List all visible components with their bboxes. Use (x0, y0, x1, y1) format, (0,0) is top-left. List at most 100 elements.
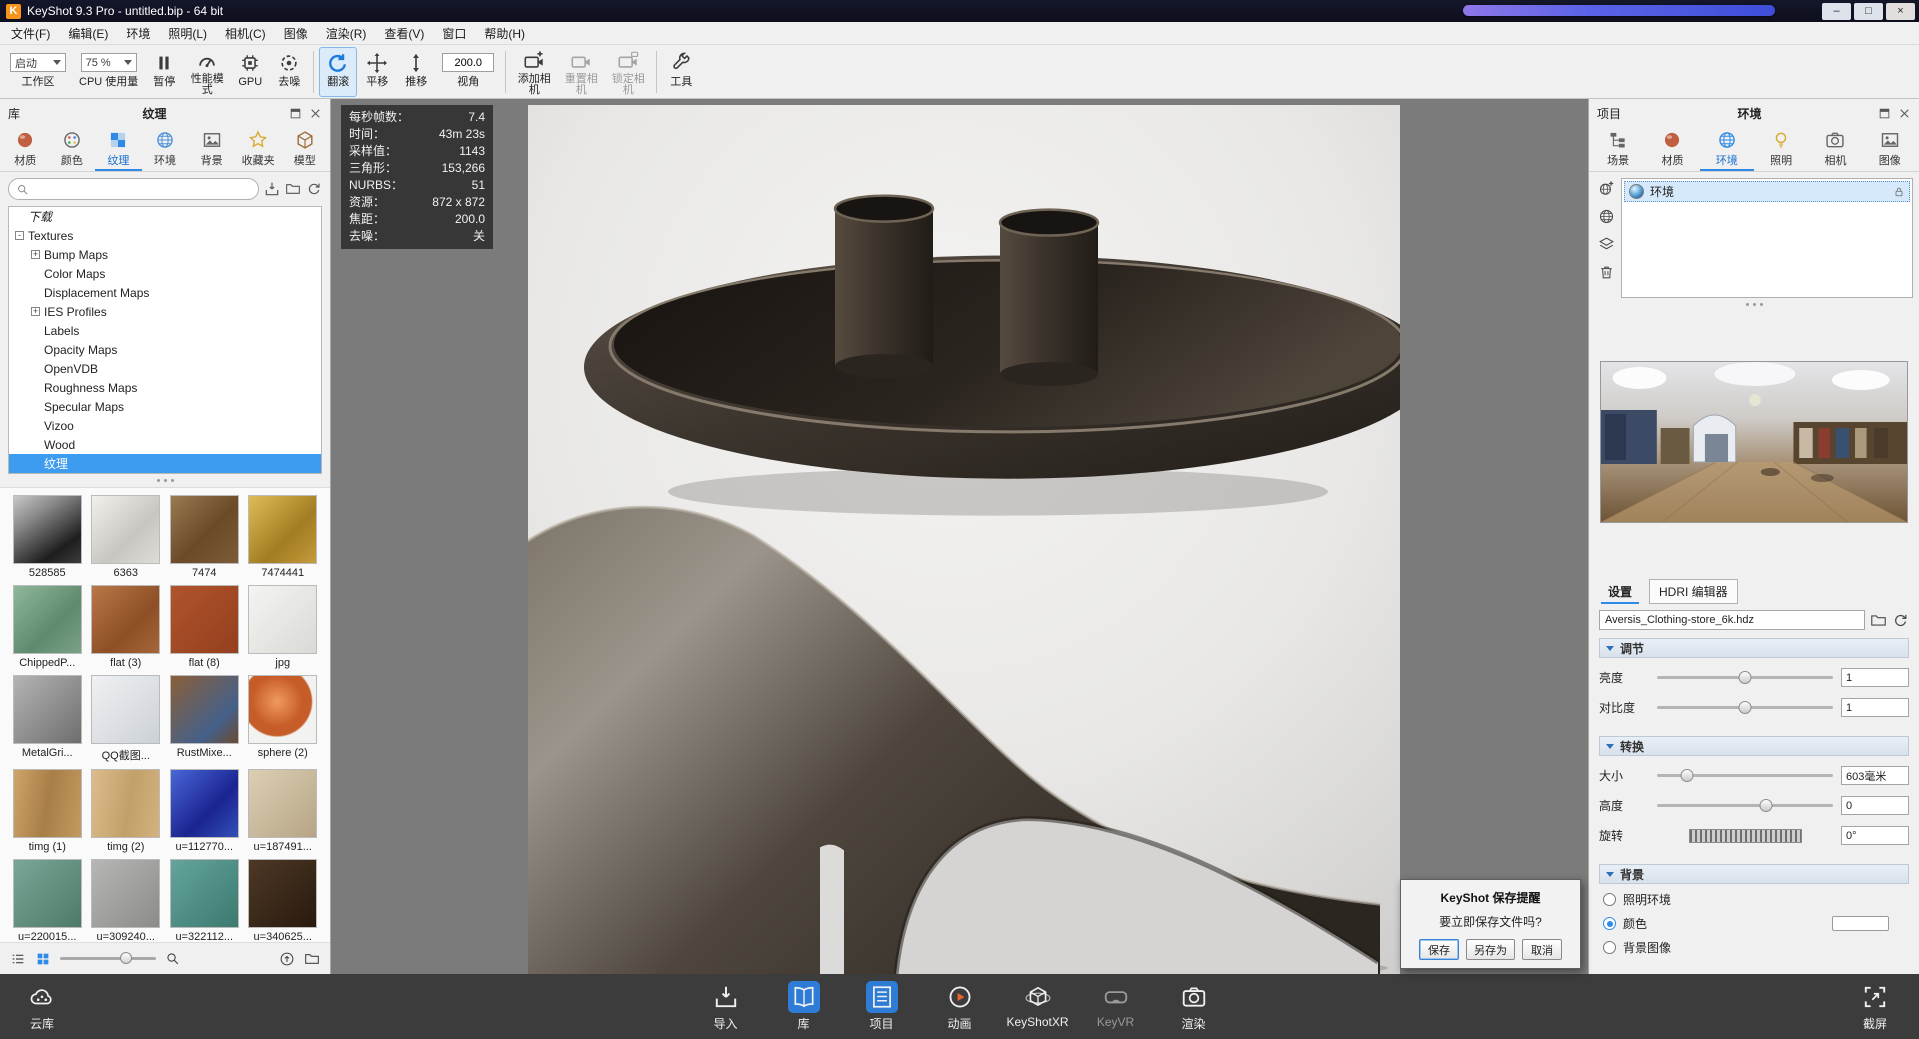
save-as-button[interactable]: 另存为 (1466, 939, 1515, 960)
project-tab-sphere[interactable]: 材质 (1645, 128, 1699, 171)
search-box[interactable] (8, 178, 259, 200)
texture-thumbnail[interactable]: 7474 (167, 495, 242, 579)
close-panel-icon[interactable] (1898, 107, 1911, 120)
texture-thumbnail[interactable]: u=340625... (246, 859, 321, 942)
search-input[interactable] (33, 183, 251, 195)
library-button[interactable]: 库 (765, 981, 843, 1032)
tree-item[interactable]: Labels (9, 321, 321, 340)
texture-thumbnail[interactable]: timg (1) (10, 769, 85, 853)
slider-thumb[interactable] (1738, 671, 1752, 684)
import-textures-icon[interactable] (264, 181, 280, 197)
close-button[interactable]: × (1886, 2, 1915, 20)
close-panel-icon[interactable] (309, 107, 322, 120)
render-viewport[interactable] (528, 105, 1400, 974)
cpu-usage-dropdown[interactable]: 75 % (80, 53, 137, 72)
slider-track[interactable] (1657, 769, 1833, 782)
float-panel-icon[interactable] (1878, 107, 1891, 120)
texture-thumbnail[interactable]: u=322112... (167, 859, 242, 942)
keyshotxr-button[interactable]: KeyShotXR (999, 981, 1077, 1032)
background-option-颜色[interactable]: 颜色 (1603, 915, 1905, 932)
refresh-icon[interactable] (306, 181, 322, 197)
flatten-layers-icon[interactable] (1598, 236, 1615, 253)
project-tab-image[interactable]: 图像 (1863, 128, 1917, 171)
slider-knob[interactable] (119, 952, 132, 964)
pause-button[interactable]: 暂停 (145, 47, 183, 97)
menu-item[interactable]: 帮助(H) (475, 22, 534, 45)
section-background[interactable]: 背景 (1599, 864, 1909, 884)
screenshot-button[interactable]: 截屏 (1845, 981, 1905, 1032)
library-tab-checker[interactable]: 纹理 (95, 128, 142, 171)
render-button[interactable]: 渲染 (1155, 981, 1233, 1032)
texture-thumbnail[interactable]: ChippedP... (10, 585, 85, 669)
fov-input[interactable] (442, 53, 495, 72)
dolly-button[interactable]: 推移 (397, 47, 435, 97)
project-splitter[interactable] (1589, 298, 1919, 311)
expand-icon[interactable]: + (31, 307, 40, 316)
add-environment-icon[interactable] (1598, 180, 1615, 197)
open-folder-icon[interactable] (304, 951, 320, 967)
library-splitter[interactable] (0, 474, 330, 487)
cloud-library-button[interactable]: 云库 (12, 981, 72, 1032)
tree-item[interactable]: Color Maps (9, 264, 321, 283)
startup-dropdown[interactable]: 启动 (10, 53, 66, 72)
texture-thumbnail[interactable]: u=309240... (89, 859, 164, 942)
hdri-file-input[interactable]: Aversis_Clothing-store_6k.hdz (1599, 610, 1865, 630)
project-tab-scene[interactable]: 场景 (1591, 128, 1645, 171)
performance-mode-button[interactable]: 性能模式 (184, 47, 230, 97)
pan-button[interactable]: 平移 (358, 47, 396, 97)
add-camera-button[interactable]: 添加相机 (511, 47, 557, 97)
texture-thumbnail[interactable]: flat (8) (167, 585, 242, 669)
texture-thumbnail[interactable]: MetalGri... (10, 675, 85, 763)
import-button[interactable]: 导入 (687, 981, 765, 1032)
menu-item[interactable]: 渲染(R) (317, 22, 376, 45)
lock-icon[interactable] (1893, 186, 1905, 198)
radio-button[interactable] (1603, 917, 1616, 930)
library-tab-image[interactable]: 背景 (188, 128, 235, 171)
slider-thumb[interactable] (1759, 799, 1773, 812)
radio-button[interactable] (1603, 941, 1616, 954)
tree-item[interactable]: Specular Maps (9, 397, 321, 416)
gpu-button[interactable]: GPU (231, 47, 269, 97)
tree-item[interactable]: Opacity Maps (9, 340, 321, 359)
library-tab-star[interactable]: 收藏夹 (235, 128, 282, 171)
library-tab-cube[interactable]: 模型 (281, 128, 328, 171)
menu-item[interactable]: 文件(F) (2, 22, 59, 45)
texture-thumbnail[interactable]: RustMixe... (167, 675, 242, 763)
value-input[interactable]: 0 (1841, 796, 1909, 815)
texture-thumbnail[interactable]: u=112770... (167, 769, 242, 853)
value-input[interactable]: 1 (1841, 668, 1909, 687)
tools-button[interactable]: 工具 (662, 47, 700, 97)
tab-hdri-editor[interactable]: HDRI 编辑器 (1649, 579, 1738, 604)
project-tab-bulb[interactable]: 照明 (1754, 128, 1808, 171)
fov-button[interactable]: 视角 (436, 47, 500, 97)
delete-environment-icon[interactable] (1598, 264, 1615, 281)
menu-item[interactable]: 照明(L) (159, 22, 216, 45)
tree-item[interactable]: Wood (9, 435, 321, 454)
minimize-button[interactable]: – (1822, 2, 1851, 20)
environment-item[interactable]: 环境 (1624, 181, 1910, 202)
background-option-照明环境[interactable]: 照明环境 (1603, 891, 1905, 908)
radio-button[interactable] (1603, 893, 1616, 906)
slider-track[interactable] (1657, 671, 1833, 684)
slider-track[interactable] (1657, 799, 1833, 812)
menu-item[interactable]: 环境 (117, 22, 159, 45)
tab-settings[interactable]: 设置 (1601, 580, 1640, 604)
rotation-drag-control[interactable] (1688, 828, 1802, 843)
animation-button[interactable]: 动画 (921, 981, 999, 1032)
tree-item[interactable]: Vizoo (9, 416, 321, 435)
zoom-icon[interactable] (165, 951, 180, 966)
menu-item[interactable]: 相机(C) (216, 22, 275, 45)
tumble-button[interactable]: 翻滚 (319, 47, 358, 97)
slider-track[interactable] (1657, 701, 1833, 714)
denoise-button[interactable]: 去噪 (270, 47, 308, 97)
tree-item[interactable]: Roughness Maps (9, 378, 321, 397)
environment-sphere-icon[interactable] (1598, 208, 1615, 225)
project-tab-globe[interactable]: 环境 (1699, 128, 1754, 171)
tree-item[interactable]: OpenVDB (9, 359, 321, 378)
expand-icon[interactable]: + (31, 250, 40, 259)
tree-item[interactable]: + Bump Maps (9, 245, 321, 264)
tree-item[interactable]: + IES Profiles (9, 302, 321, 321)
texture-thumbnail[interactable]: flat (3) (89, 585, 164, 669)
grid-view-icon[interactable] (35, 951, 51, 967)
texture-thumbnail[interactable]: 6363 (89, 495, 164, 579)
